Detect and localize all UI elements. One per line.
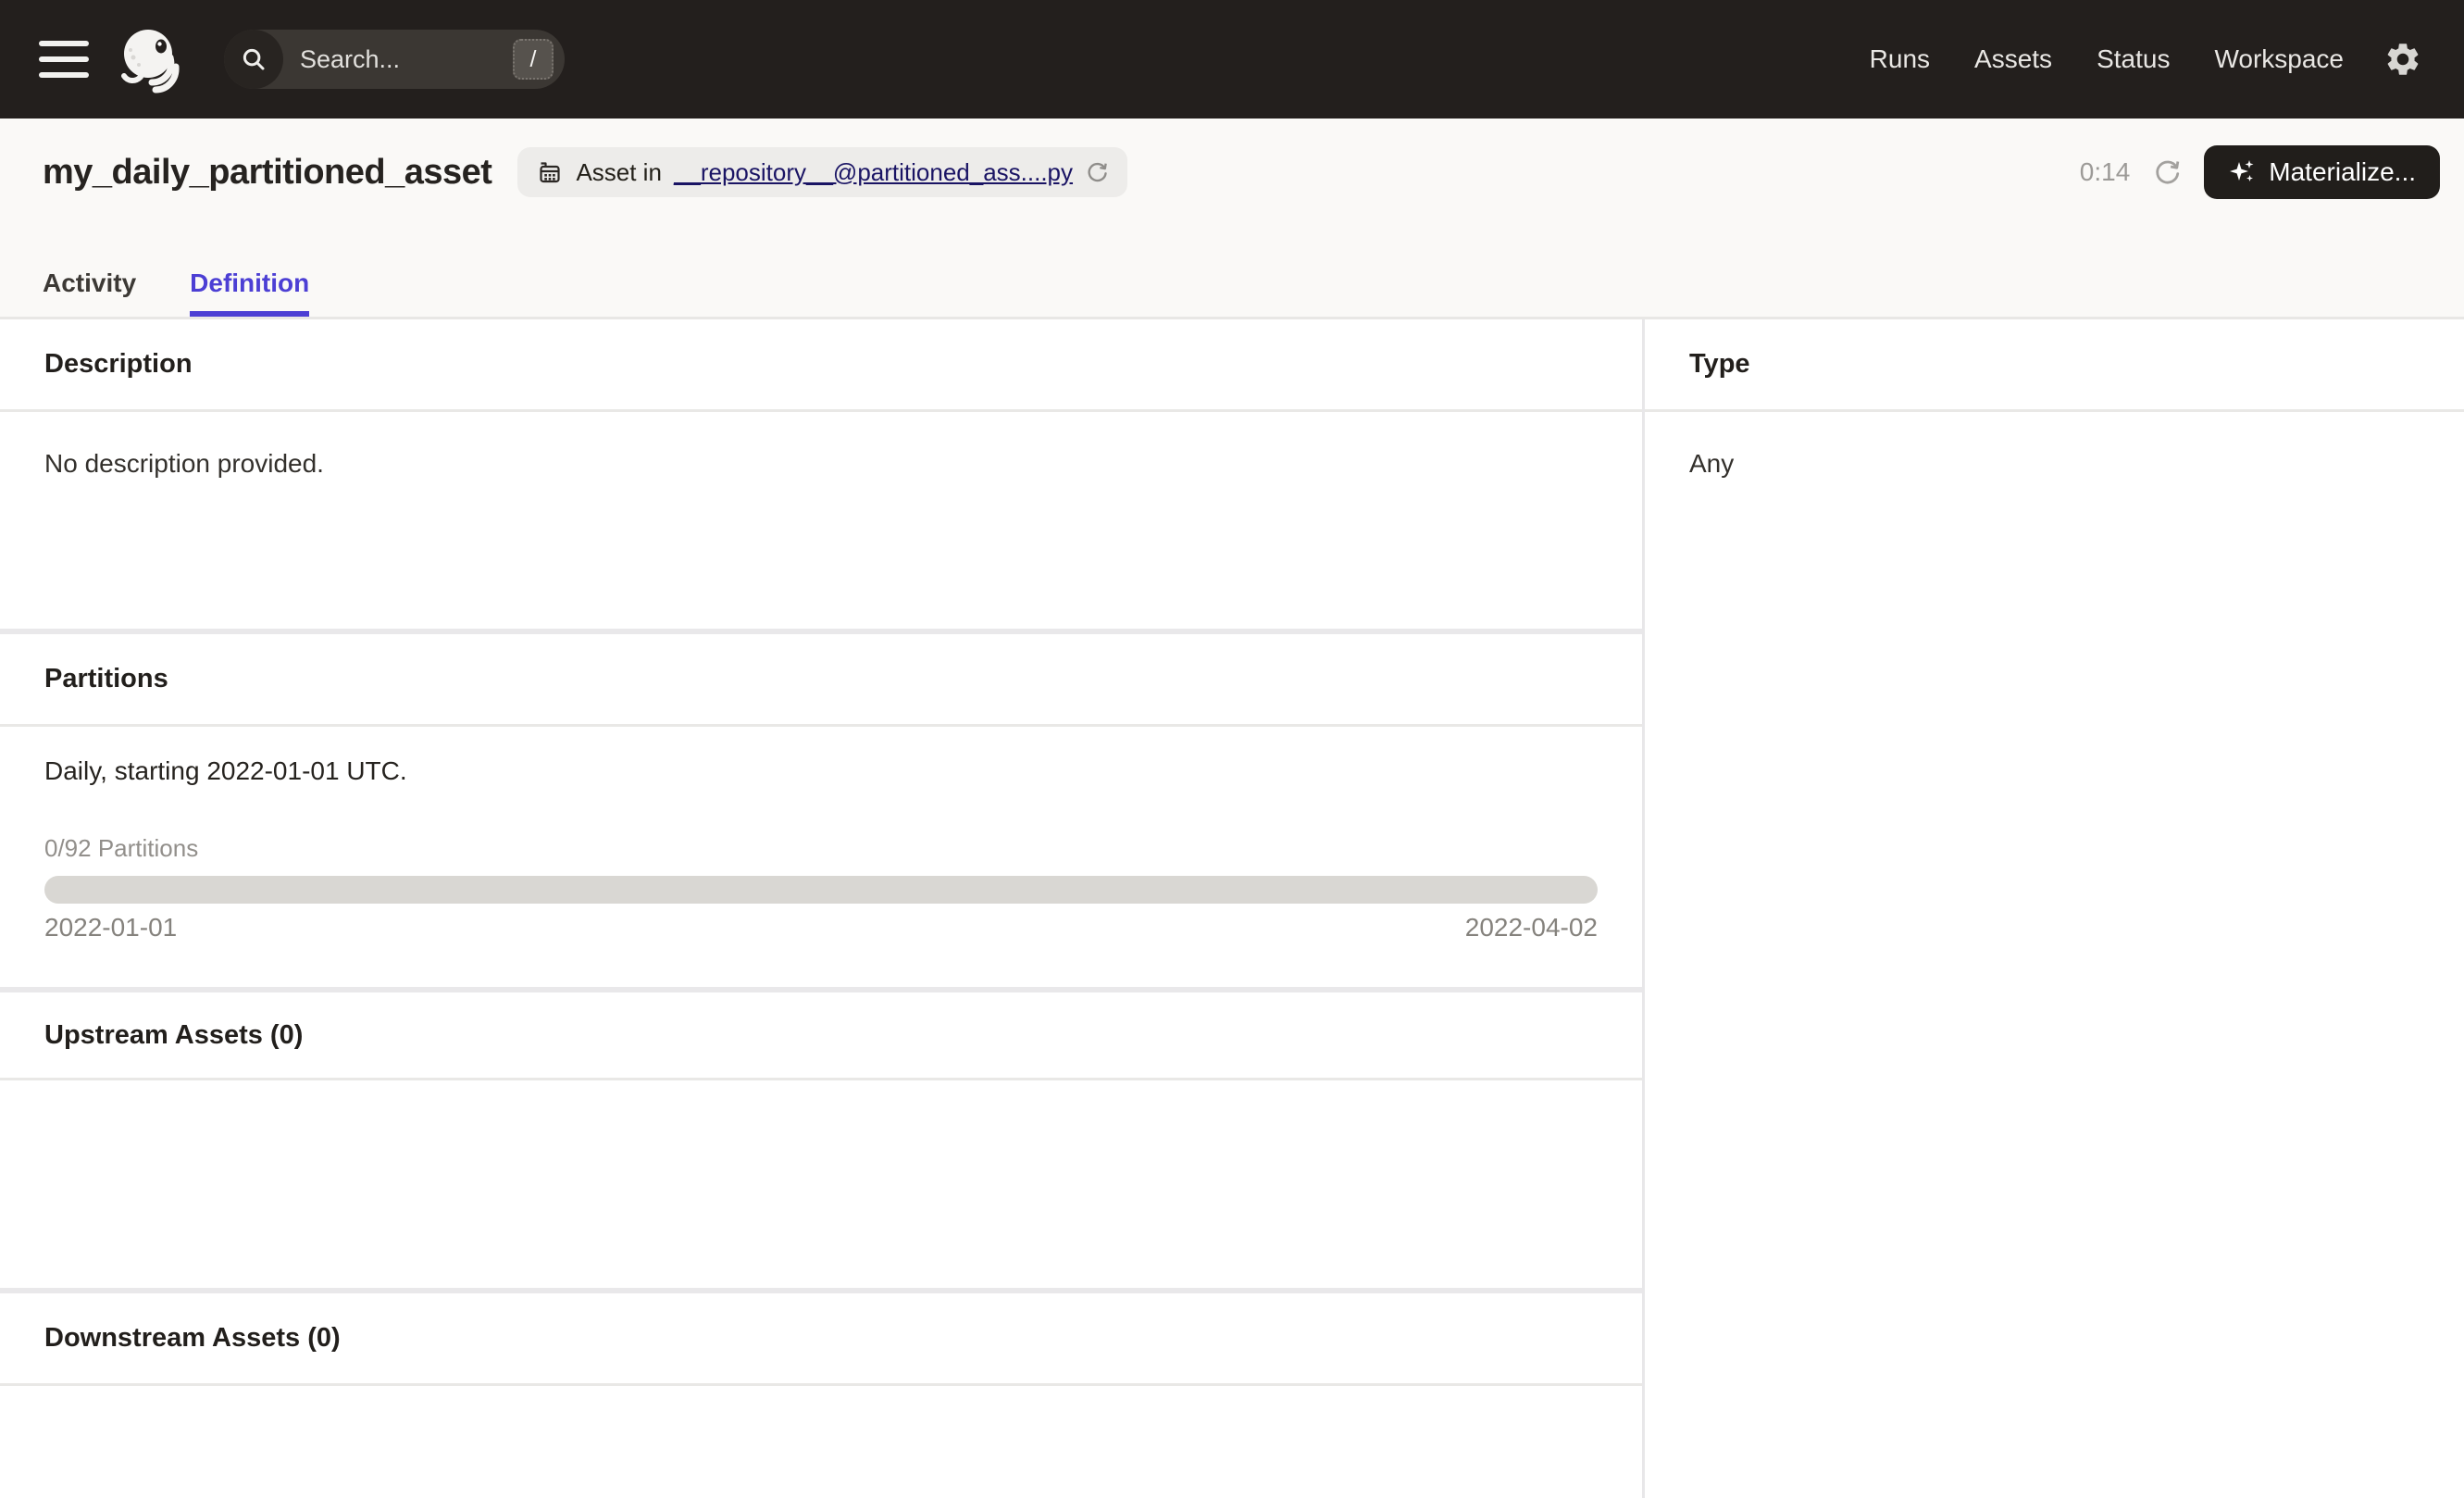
partition-range-start: 2022-01-01 <box>44 913 178 942</box>
type-section-header: Type <box>1645 319 2464 412</box>
materialize-button[interactable]: Materialize... <box>2204 145 2440 199</box>
asset-repository-link[interactable]: __repository__@partitioned_ass....py <box>674 158 1073 187</box>
tab-definition[interactable]: Definition <box>190 268 310 317</box>
sparkles-icon <box>2228 158 2256 186</box>
search-box[interactable]: / <box>224 30 565 89</box>
nav-link-workspace[interactable]: Workspace <box>2214 44 2344 74</box>
page-title: my_daily_partitioned_asset <box>43 152 492 192</box>
partitions-section-header: Partitions <box>0 634 1642 727</box>
nav-link-assets[interactable]: Assets <box>1974 44 2052 74</box>
downstream-assets-header: Downstream Assets (0) <box>0 1293 1642 1386</box>
partitions-body: Daily, starting 2022-01-01 UTC. 0/92 Par… <box>0 727 1642 987</box>
materialize-label: Materialize... <box>2269 157 2416 186</box>
search-icon <box>224 30 283 89</box>
nav-links: Runs Assets Status Workspace <box>1870 44 2344 74</box>
tab-activity[interactable]: Activity <box>43 268 136 317</box>
badge-reload-icon[interactable] <box>1085 160 1109 184</box>
asset-location-badge: Asset in __repository__@partitioned_ass.… <box>517 147 1128 197</box>
tabs: Activity Definition <box>0 268 2464 317</box>
repository-icon <box>536 158 564 186</box>
asset-badge-prefix: Asset in <box>576 157 662 186</box>
settings-gear-icon[interactable] <box>2383 39 2423 80</box>
right-column: Type Any <box>1642 319 2464 1498</box>
search-input[interactable] <box>283 44 513 74</box>
page-header: my_daily_partitioned_asset Asset in __re… <box>0 119 2464 319</box>
partitions-progress-label: 0/92 Partitions <box>44 834 199 862</box>
upstream-assets-body <box>0 1080 1642 1288</box>
nav-link-status[interactable]: Status <box>2097 44 2170 74</box>
type-value: Any <box>1689 449 1735 478</box>
refresh-timer: 0:14 <box>2079 157 2131 186</box>
downstream-assets-body <box>0 1386 1642 1498</box>
refresh-icon[interactable] <box>2152 157 2182 187</box>
description-body: No description provided. <box>44 449 324 478</box>
top-navbar: / Runs Assets Status Workspace <box>0 0 2464 119</box>
menu-icon[interactable] <box>39 41 89 78</box>
left-column: Description No description provided. Par… <box>0 319 1642 1498</box>
definition-content: Description No description provided. Par… <box>0 319 2464 1498</box>
nav-link-runs[interactable]: Runs <box>1870 44 1930 74</box>
partition-range-end: 2022-04-02 <box>1464 913 1598 942</box>
upstream-assets-header: Upstream Assets (0) <box>0 992 1642 1080</box>
partitions-summary: Daily, starting 2022-01-01 UTC. <box>44 756 407 785</box>
dagster-logo-icon[interactable] <box>115 22 189 96</box>
description-section-header: Description <box>0 319 1642 412</box>
partitions-progress-bar <box>44 876 1598 904</box>
search-shortcut-key: / <box>513 39 554 80</box>
